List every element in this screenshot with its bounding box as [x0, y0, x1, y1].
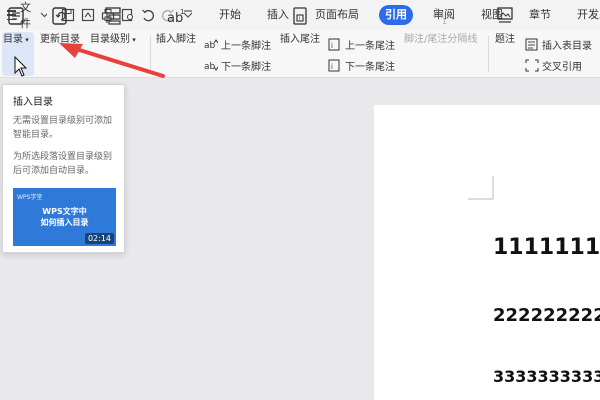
svg-text:ab: ab	[204, 62, 216, 72]
next-endnote-icon: i	[328, 59, 342, 72]
refresh-document-icon	[49, 5, 71, 27]
separator-line-icon: 11	[430, 5, 452, 27]
prev-endnote-icon: i	[328, 38, 342, 51]
video-title-line: 如何插入目录	[40, 218, 89, 227]
toc-level-button[interactable]: 目录级别 ▾	[90, 2, 136, 45]
tooltip-title: 插入目录	[13, 97, 53, 108]
next-endnote-label: 下一条尾注	[345, 62, 395, 73]
insert-endnote-label: 插入尾注	[280, 34, 320, 45]
margin-corner-mark	[468, 176, 494, 200]
toc-button[interactable]: 目录 ▾	[3, 2, 29, 45]
prev-endnote-button[interactable]: i 上一条尾注	[328, 37, 395, 52]
next-footnote-label: 下一条脚注	[221, 62, 271, 73]
document-page[interactable]: 1111111 222222222 3333333333	[374, 105, 600, 400]
update-toc-button[interactable]: 更新目录	[40, 2, 80, 45]
next-footnote-icon: ab	[204, 59, 218, 72]
separator-label: 脚注/尾注分隔线	[404, 34, 478, 45]
svg-text:1: 1	[442, 17, 447, 26]
tooltip-text: 为所选段落设置目录级别后可添加自动目录。	[13, 152, 113, 176]
insert-toc-label: 插入表目录	[542, 41, 592, 52]
video-title-line: WPS文字中	[42, 207, 87, 216]
svg-text:i: i	[299, 16, 300, 22]
insert-table-of-figures-button[interactable]: 插入表目录	[525, 37, 592, 52]
prev-endnote-label: 上一条尾注	[345, 41, 395, 52]
toc-tooltip: 插入目录 无需设置目录级别可添加智能目录。 为所选段落设置目录级别后可添加自动目…	[2, 84, 125, 253]
next-footnote-button[interactable]: ab 下一条脚注	[204, 58, 271, 73]
tooltip-text: 无需设置目录级别可添加智能目录。	[13, 116, 113, 140]
svg-text:1: 1	[180, 8, 184, 16]
footnote-icon: ab 1	[165, 5, 187, 27]
cross-reference-button[interactable]: 交叉引用	[525, 58, 582, 73]
cross-ref-label: 交叉引用	[542, 62, 582, 73]
tab-section[interactable]: 章节	[523, 5, 557, 25]
footnote-separator-button[interactable]: 11 脚注/尾注分隔线	[404, 2, 477, 45]
prev-footnote-icon: ab	[204, 38, 218, 51]
svg-text:i: i	[331, 42, 333, 50]
insert-footnote-button[interactable]: ab 1 插入脚注	[156, 2, 196, 45]
table-of-figures-icon	[525, 38, 539, 51]
toc-label: 目录	[3, 34, 23, 45]
video-thumbnail[interactable]: WPS学堂 WPS文字中 如何插入目录 02:14	[13, 188, 116, 246]
video-duration: 02:14	[84, 233, 114, 244]
divider	[488, 36, 489, 72]
cross-reference-icon	[525, 59, 539, 72]
document-heading[interactable]: 3333333333	[493, 367, 600, 386]
annotation-arrow	[59, 43, 165, 78]
tab-home[interactable]: 开始	[213, 5, 247, 25]
endnote-icon: i	[289, 5, 311, 27]
prev-footnote-label: 上一条脚注	[221, 41, 271, 52]
caption-button[interactable]: 题注	[494, 2, 516, 45]
insert-endnote-button[interactable]: i 插入尾注	[280, 2, 320, 45]
caption-icon	[494, 5, 516, 27]
document-heading[interactable]: 222222222	[493, 305, 600, 326]
undo-icon[interactable]	[141, 8, 155, 22]
tab-developer[interactable]: 开发工具	[571, 5, 600, 25]
prev-footnote-button[interactable]: ab 上一条脚注	[204, 37, 271, 52]
svg-text:i: i	[331, 63, 333, 71]
svg-text:1: 1	[434, 7, 439, 16]
table-of-contents-icon	[5, 5, 27, 27]
caption-label: 题注	[495, 34, 515, 45]
video-brand: WPS学堂	[17, 194, 43, 201]
next-endnote-button[interactable]: i 下一条尾注	[328, 58, 395, 73]
document-heading[interactable]: 1111111	[493, 235, 600, 260]
mouse-cursor-icon	[14, 56, 28, 77]
outline-level-icon	[102, 5, 124, 27]
